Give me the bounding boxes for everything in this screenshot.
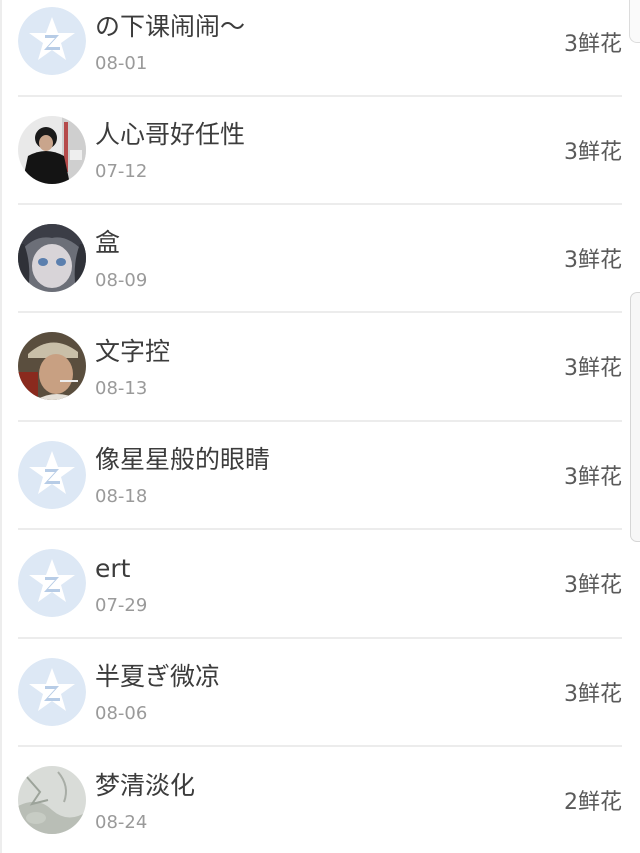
avatar[interactable]	[18, 766, 86, 834]
avatar[interactable]	[18, 332, 86, 400]
avatar[interactable]	[18, 224, 86, 292]
divider	[18, 203, 622, 205]
photo-grey-sketch-icon	[18, 766, 86, 834]
flower-list-page: の下课闹闹〜 08-01 3鲜花 人心哥好任性 07-12 3鲜花 盒 08-0…	[0, 0, 640, 853]
flower-count: 3鲜花	[564, 465, 622, 490]
left-edge	[0, 0, 2, 853]
divider	[18, 95, 622, 97]
flower-count: 3鲜花	[564, 140, 622, 165]
default-qzone-icon	[18, 549, 86, 617]
date: 08-13	[95, 378, 148, 399]
scrollbar-thumb[interactable]	[630, 292, 640, 542]
photo-anime-girl-icon	[18, 224, 86, 292]
date: 08-06	[95, 703, 148, 724]
avatar[interactable]	[18, 7, 86, 75]
date: 08-24	[95, 812, 148, 833]
divider	[18, 311, 622, 313]
default-qzone-icon	[18, 658, 86, 726]
user-name: 盒	[95, 228, 121, 257]
date: 08-09	[95, 270, 148, 291]
user-name: 文字控	[95, 337, 171, 366]
date: 07-12	[95, 161, 148, 182]
flower-count: 3鲜花	[564, 32, 622, 57]
avatar[interactable]	[18, 116, 86, 184]
avatar[interactable]	[18, 549, 86, 617]
user-name: 半夏ぎ微凉	[95, 662, 221, 691]
user-name: 梦清淡化	[95, 771, 196, 800]
user-name: の下课闹闹〜	[95, 12, 246, 41]
user-name: 像星星般的眼睛	[95, 445, 271, 474]
user-name: 人心哥好任性	[95, 120, 246, 149]
divider	[18, 637, 622, 639]
date: 08-18	[95, 486, 148, 507]
default-qzone-icon	[18, 441, 86, 509]
default-qzone-icon	[18, 7, 86, 75]
user-name: ert	[95, 554, 131, 583]
flower-count: 3鲜花	[564, 682, 622, 707]
flower-count: 3鲜花	[564, 573, 622, 598]
date: 07-29	[95, 595, 148, 616]
avatar[interactable]	[18, 441, 86, 509]
photo-man-dark-icon	[18, 116, 86, 184]
divider	[18, 745, 622, 747]
divider	[18, 420, 622, 422]
date: 08-01	[95, 53, 148, 74]
flower-count: 3鲜花	[564, 248, 622, 273]
divider	[18, 528, 622, 530]
photo-man-hat-icon	[18, 332, 86, 400]
flower-count: 2鲜花	[564, 790, 622, 815]
avatar[interactable]	[18, 658, 86, 726]
flower-count: 3鲜花	[564, 356, 622, 381]
scroll-indicator-top	[629, 0, 640, 43]
